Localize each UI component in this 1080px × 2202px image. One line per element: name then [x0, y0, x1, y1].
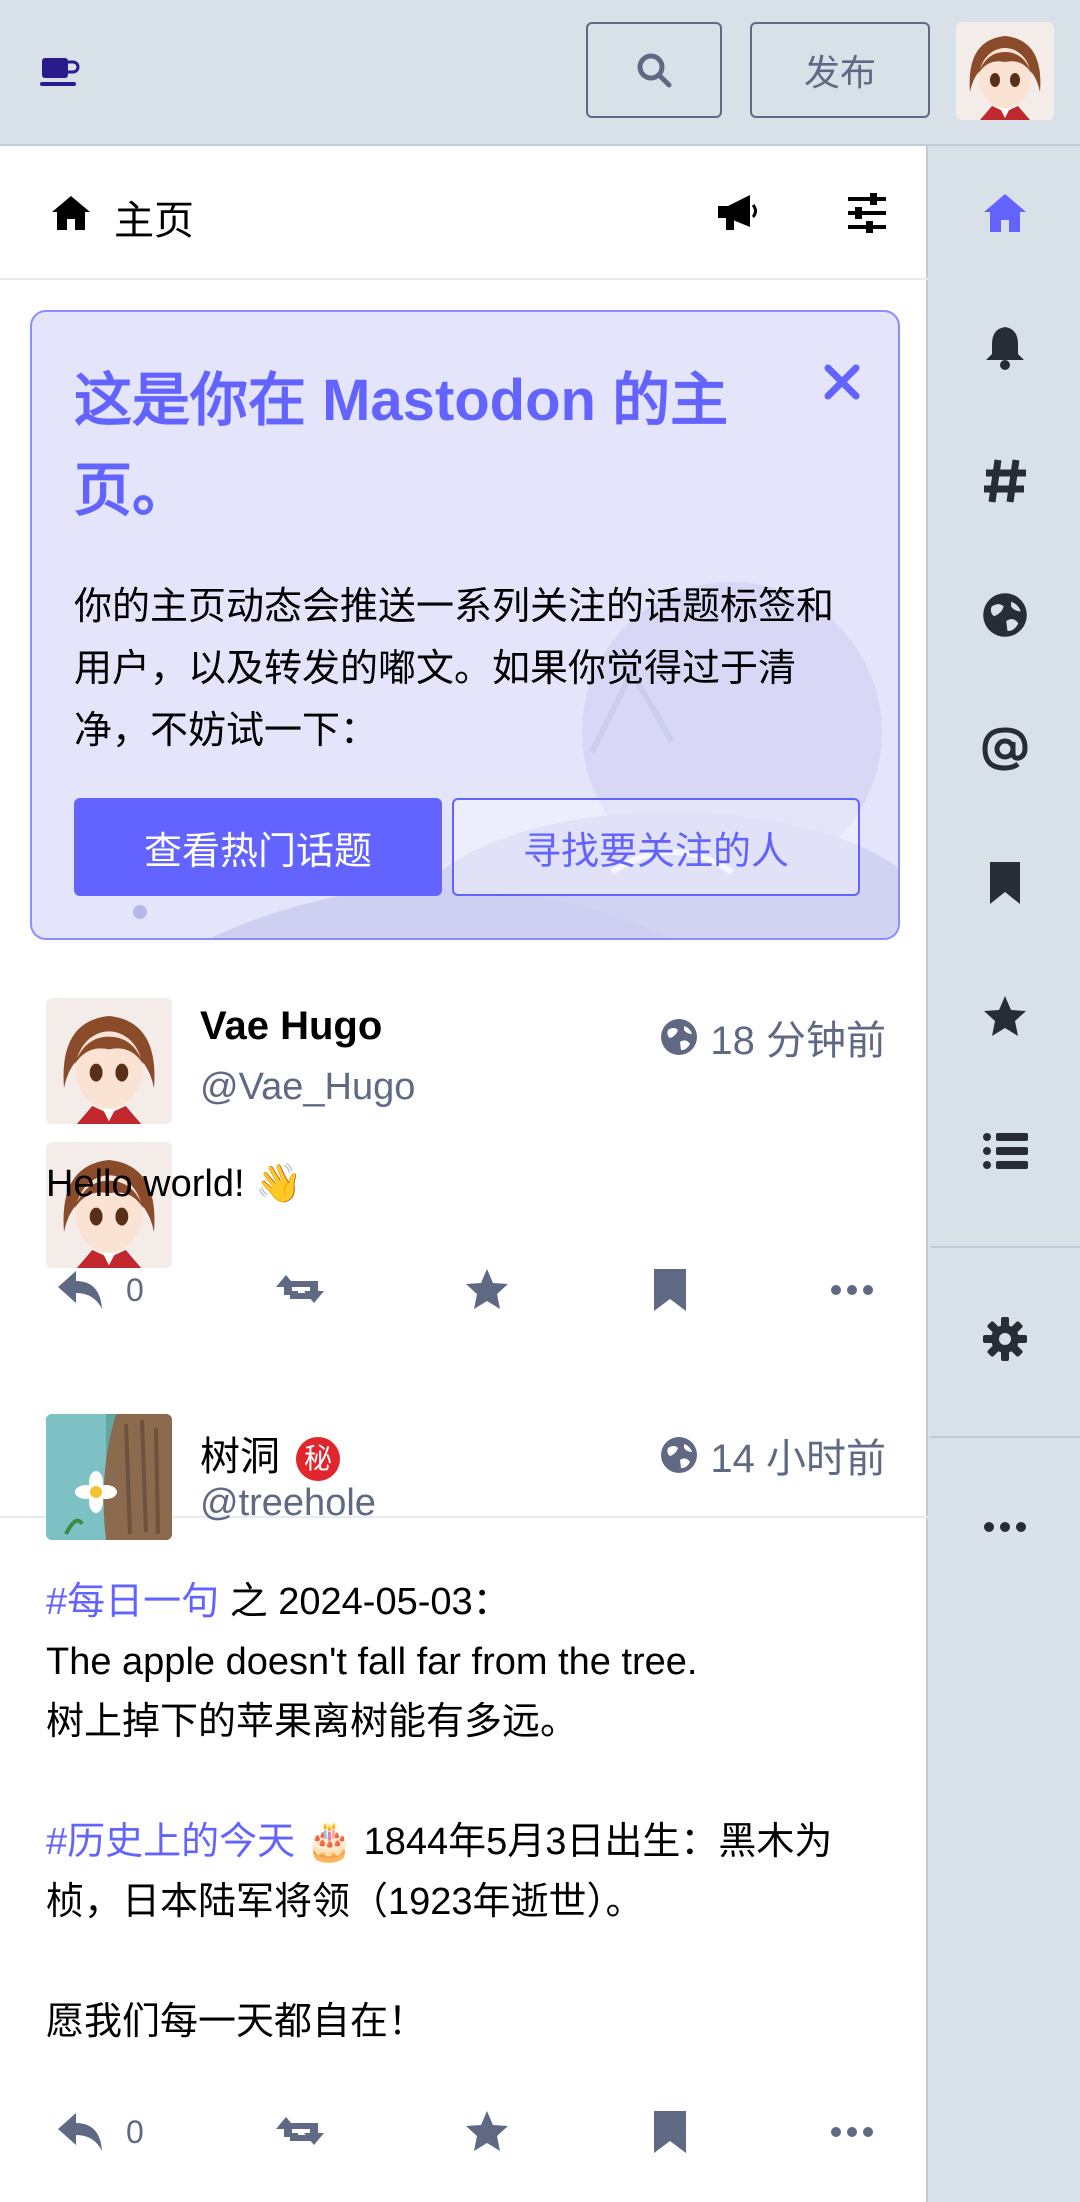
favourite-button[interactable] [464, 1260, 510, 1320]
star-icon [466, 2111, 508, 2151]
bookmark-icon [654, 1269, 686, 1311]
favourite-button[interactable] [464, 2102, 510, 2162]
coffee-mug-icon[interactable] [40, 54, 80, 90]
bookmark-icon [990, 862, 1020, 904]
reply-button[interactable]: 0 [56, 2102, 144, 2162]
publish-button[interactable]: 发布 [750, 22, 930, 118]
hashtag-icon [984, 459, 1026, 503]
content-line: The apple doesn't fall far from the tree… [46, 1641, 698, 1683]
boost-icon [276, 2117, 324, 2145]
close-icon[interactable] [822, 362, 862, 402]
gear-icon [983, 1317, 1027, 1361]
globe-icon [661, 1019, 698, 1055]
display-name-row[interactable]: 树洞秘 [200, 1424, 340, 1482]
boost-button[interactable] [276, 1260, 332, 1320]
display-name[interactable]: Vae Hugo [200, 1004, 382, 1049]
boost-button[interactable] [276, 2102, 332, 2162]
reply-icon [58, 1271, 102, 1309]
top-bar: 发布 [0, 0, 1080, 146]
content-line: 愿我们每一天都自在！ [46, 2001, 427, 2043]
avatar[interactable] [46, 998, 172, 1124]
column-header: 主页 [0, 146, 928, 280]
banner-description: 你的主页动态会推送一系列关注的话题标签和用户，以及转发的嘟文。如果你觉得过于清净… [74, 586, 835, 752]
bookmark-icon [654, 2111, 686, 2153]
star-icon [984, 996, 1026, 1036]
nav-bookmarks[interactable] [930, 816, 1080, 950]
hashtag-link[interactable]: #每日一句 [46, 1581, 219, 1623]
home-icon [52, 196, 90, 230]
navigation-panel [930, 146, 1080, 2202]
content-line: #历史上的今天 🎂 1844年5月3日出生：黑木为桢，日本陆军将领（1923年逝… [46, 1812, 886, 1932]
account-handle[interactable]: @Vae_Hugo [200, 1066, 415, 1109]
globe-icon [661, 1437, 698, 1473]
time-text: 14 小时前 [710, 1437, 886, 1481]
status-actions: 0 [0, 1260, 928, 1320]
nav-divider [930, 1246, 1080, 1248]
reply-count: 0 [126, 1271, 144, 1308]
ellipsis-icon [831, 1285, 873, 1295]
view-trending-button[interactable]: 查看热门话题 [74, 798, 442, 896]
nav-federated[interactable] [930, 548, 1080, 682]
more-button[interactable] [830, 2102, 874, 2162]
nav-lists[interactable] [930, 1084, 1080, 1218]
nav-favourites[interactable] [930, 950, 1080, 1084]
find-people-button[interactable]: 寻找要关注的人 [452, 798, 860, 896]
nav-explore[interactable] [930, 414, 1080, 548]
bookmark-button[interactable] [652, 1260, 688, 1320]
nav-home[interactable] [930, 146, 1080, 280]
nav-notifications[interactable] [930, 280, 1080, 414]
ellipsis-icon [831, 2127, 873, 2137]
status-content: #每日一句 之 2024-05-03： The apple doesn't fa… [46, 1572, 886, 2052]
page-title: 主页 [114, 199, 194, 243]
content-line: #每日一句 之 2024-05-03： [46, 1572, 886, 1632]
ellipsis-icon [984, 1522, 1026, 1532]
more-button[interactable] [830, 1260, 874, 1320]
star-icon [466, 1269, 508, 1309]
content-line: 树上掉下的苹果离树能有多远。 [46, 1701, 579, 1743]
welcome-banner: 这是你在 Mastodon 的主页。 你的主页动态会推送一系列关注的话题标签和用… [30, 310, 900, 940]
secret-badge: 秘 [296, 1437, 340, 1482]
home-icon [984, 194, 1026, 232]
banner-title: 这是你在 Mastodon 的主页。 [74, 368, 729, 523]
content-text: 之 2024-05-03： [219, 1581, 511, 1623]
bell-icon [986, 327, 1024, 370]
status-actions: 0 [0, 2102, 928, 2162]
account-handle[interactable]: @treehole [200, 1482, 376, 1525]
status-timestamp[interactable]: 14 小时前 [660, 1426, 886, 1484]
at-icon [982, 727, 1028, 771]
nav-mentions[interactable] [930, 682, 1080, 816]
globe-icon [983, 593, 1027, 637]
status-content: Hello world! 👋 [46, 1163, 303, 1205]
display-name: 树洞 [200, 1435, 280, 1479]
hashtag-link[interactable]: #历史上的今天 [46, 1821, 295, 1863]
time-text: 18 分钟前 [710, 1019, 886, 1063]
user-avatar[interactable] [956, 22, 1054, 120]
reply-count: 0 [126, 2113, 144, 2150]
search-icon [637, 53, 672, 88]
avatar[interactable] [46, 1414, 172, 1540]
sliders-icon[interactable] [846, 192, 888, 234]
nav-preferences[interactable] [930, 1272, 1080, 1406]
reply-icon [58, 2113, 102, 2151]
list-icon [983, 1133, 1028, 1169]
status-timestamp[interactable]: 18 分钟前 [660, 1008, 886, 1066]
megaphone-icon[interactable] [714, 192, 760, 234]
reply-button[interactable]: 0 [56, 1260, 144, 1320]
bookmark-button[interactable] [652, 2102, 688, 2162]
search-button[interactable] [586, 22, 722, 118]
nav-more[interactable] [930, 1460, 1080, 1594]
nav-divider [930, 1436, 1080, 1438]
boost-icon [276, 1275, 324, 1303]
